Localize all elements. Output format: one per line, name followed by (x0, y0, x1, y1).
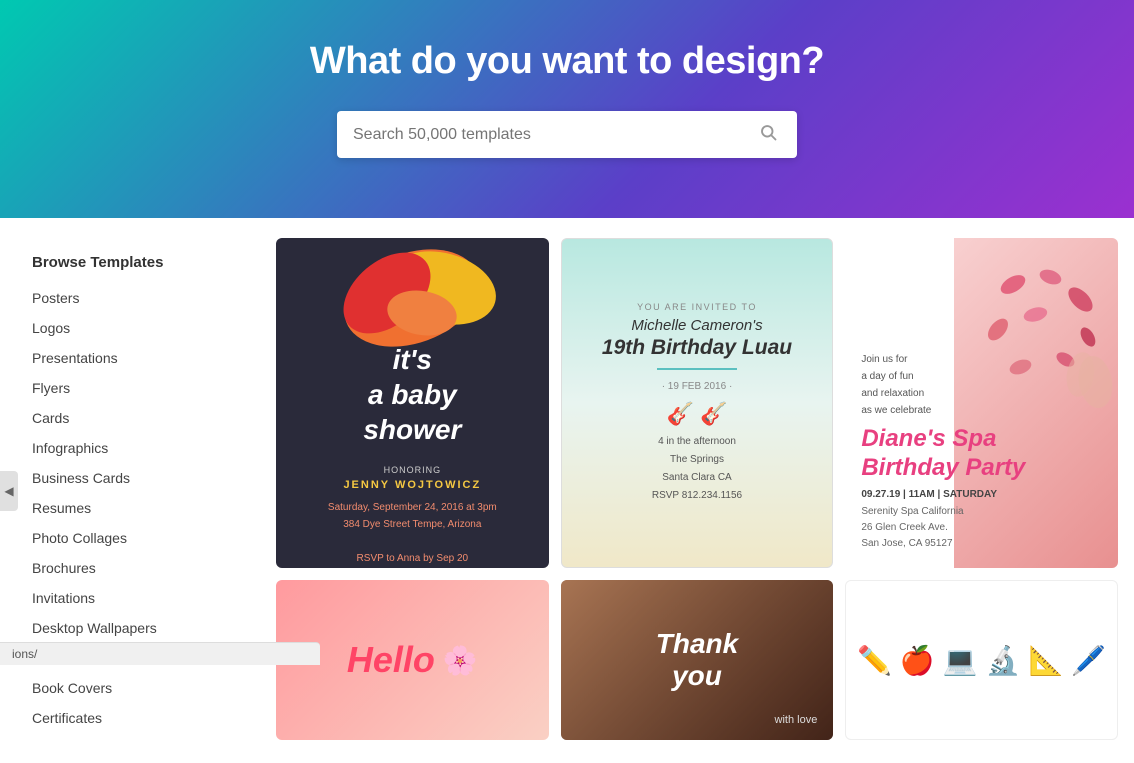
template-school-icons[interactable]: ✏️ 🍎 💻 🔬 📐 🖊️ (845, 580, 1118, 740)
url-bar-text: ions/ (12, 647, 37, 661)
page-title: What do you want to design? (310, 40, 824, 83)
sidebar-item-resumes[interactable]: Resumes (16, 493, 256, 523)
chevron-left-icon: ◀ (4, 484, 13, 498)
birthday-event-date: · 19 FEB 2016 · (662, 381, 733, 392)
spa-address: Serenity Spa California 26 Glen Creek Av… (861, 504, 1102, 552)
school-icon-pencil: ✏️ (857, 644, 892, 677)
sidebar-item-infographics[interactable]: Infographics (16, 433, 256, 463)
template-thank-you[interactable]: Thank you with love (561, 580, 834, 740)
baby-shower-name: JENNY WOJTOWICZ (328, 479, 497, 491)
spa-date: 09.27.19 | 11AM | SATURDAY (861, 489, 1102, 500)
sidebar: Browse Templates Posters Logos Presentat… (16, 238, 256, 743)
sidebar-item-invitations[interactable]: Invitations (16, 583, 256, 613)
spa-join-text: Join us fora day of funand relaxationas … (861, 351, 1102, 419)
sidebar-item-presentations[interactable]: Presentations (16, 343, 256, 373)
birthday-name: Michelle Cameron's (631, 317, 762, 334)
baby-shower-date: Saturday, September 24, 2016 at 3pm 384 … (328, 499, 497, 568)
birthday-event-title: 19th Birthday Luau (602, 336, 792, 360)
flower-decoration: 🌸 (443, 644, 478, 677)
school-icon-apple: 🍎 (900, 644, 935, 677)
sidebar-item-brochures[interactable]: Brochures (16, 553, 256, 583)
thank-you-text: Thank you (656, 628, 738, 692)
baby-shower-honoring: honoring (328, 465, 497, 475)
template-spa-birthday[interactable]: Join us fora day of funand relaxationas … (845, 238, 1118, 568)
template-baby-shower[interactable]: it's a baby shower honoring JENNY WOJTOW… (276, 238, 549, 568)
school-icons-display: ✏️ 🍎 💻 🔬 📐 🖊️ (847, 634, 1116, 687)
school-icon-pen: 🖊️ (1071, 644, 1106, 677)
search-input[interactable] (353, 126, 755, 144)
birthday-ukulele-icons: 🎸 🎸 (667, 401, 728, 427)
sidebar-item-posters[interactable]: Posters (16, 283, 256, 313)
school-icon-ruler: 📐 (1029, 644, 1064, 677)
baby-shower-headline: it's a baby shower (328, 342, 497, 447)
sidebar-section-title: Browse Templates (16, 248, 256, 283)
thank-you-sub: with love (775, 714, 818, 726)
birthday-divider (657, 368, 737, 370)
baby-shower-line3: shower (363, 414, 461, 445)
sidebar-item-cards[interactable]: Cards (16, 403, 256, 433)
page-header: What do you want to design? (0, 0, 1134, 218)
sidebar-item-logos[interactable]: Logos (16, 313, 256, 343)
search-bar[interactable] (337, 111, 797, 158)
spa-content: Join us fora day of funand relaxationas … (845, 335, 1118, 568)
hello-text: Hello (347, 639, 435, 681)
thank-you-content: Thank you (656, 628, 738, 692)
sidebar-item-business-cards[interactable]: Business Cards (16, 463, 256, 493)
birthday-event-details: 4 in the afternoon The Springs Santa Cla… (652, 433, 742, 505)
search-button[interactable] (755, 123, 781, 146)
sidebar-item-flyers[interactable]: Flyers (16, 373, 256, 403)
baby-shower-line2: a baby (368, 379, 457, 410)
school-icon-microscope: 🔬 (986, 644, 1021, 677)
sidebar-item-certificates[interactable]: Certificates (16, 703, 256, 733)
birthday-invite-text: YOU ARE INVITED TO (637, 302, 757, 312)
main-content: ◀ Browse Templates Posters Logos Present… (0, 218, 1134, 763)
sidebar-item-desktop-wallpapers[interactable]: Desktop Wallpapers (16, 613, 256, 643)
url-bar: ions/ (0, 642, 320, 665)
sidebar-item-book-covers[interactable]: Book Covers (16, 673, 256, 703)
baby-shower-line1: it's (393, 344, 432, 375)
sidebar-item-photo-collages[interactable]: Photo Collages (16, 523, 256, 553)
sidebar-toggle-button[interactable]: ◀ (0, 471, 18, 511)
template-birthday-luau[interactable]: YOU ARE INVITED TO Michelle Cameron's 19… (561, 238, 834, 568)
spa-title: Diane's Spa Birthday Party (861, 425, 1102, 483)
templates-grid: it's a baby shower honoring JENNY WOJTOW… (276, 238, 1118, 743)
school-icon-laptop: 💻 (943, 644, 978, 677)
